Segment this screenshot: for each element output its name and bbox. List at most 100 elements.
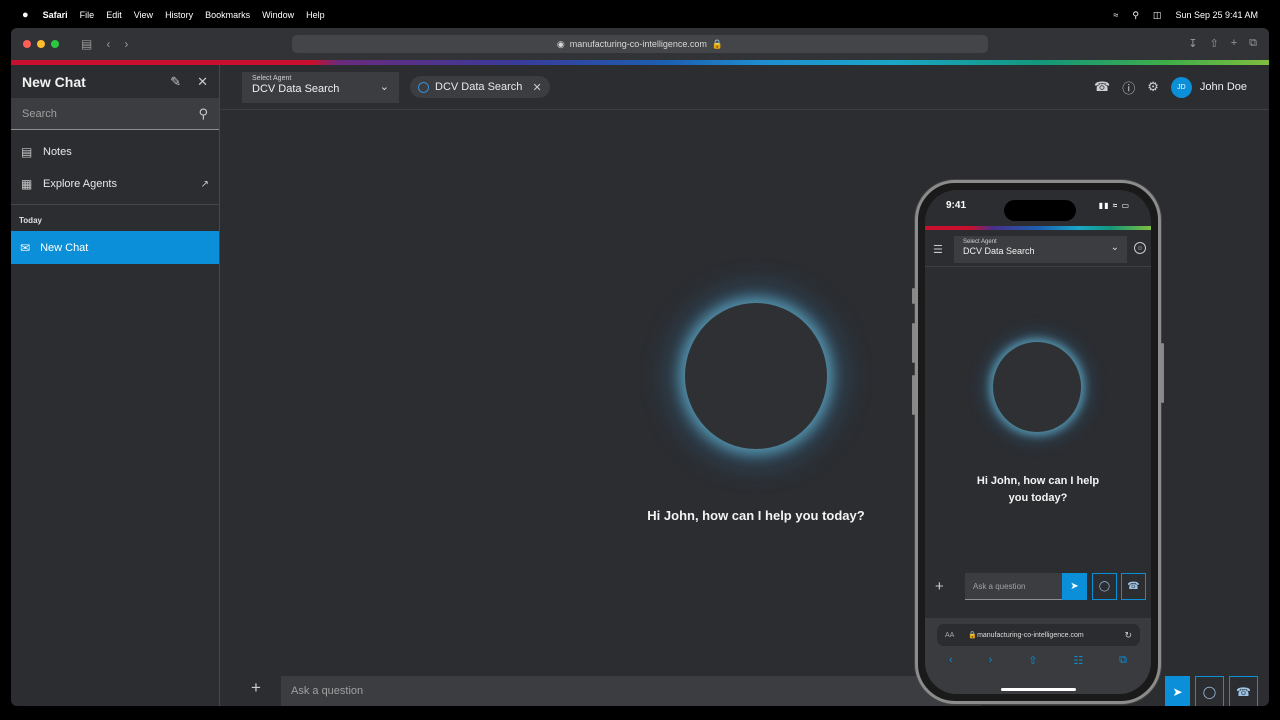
sidebar-header: New Chat ✎ ✕ <box>11 65 219 98</box>
phone-call-icon: ☎ <box>1127 581 1140 592</box>
address-bar[interactable]: ◉ manufacturing-co-intelligence.com 🔒 <box>292 35 988 53</box>
phone-side-button <box>1161 343 1164 403</box>
phone-address-bar[interactable]: AA 🔒 manufacturing-co-intelligence.com ↻ <box>937 624 1140 646</box>
bookmarks-icon[interactable]: ☷ <box>1073 654 1083 667</box>
menu-file[interactable]: File <box>80 10 95 20</box>
zoom-window-button[interactable] <box>51 40 59 48</box>
microphone-button[interactable]: ◯ <box>1195 676 1224 706</box>
phone-ask-input[interactable] <box>973 581 1054 591</box>
external-link-icon: ↗ <box>200 178 209 190</box>
phone-agent-select-value: DCV Data Search <box>963 246 1035 256</box>
microphone-icon: ◯ <box>1202 685 1217 699</box>
phone-safari-toolbar: AA 🔒 manufacturing-co-intelligence.com ↻… <box>925 618 1151 694</box>
minimize-window-button[interactable] <box>37 40 45 48</box>
tabs-icon[interactable]: ⧉ <box>1119 654 1127 667</box>
back-icon[interactable]: ‹ <box>106 37 110 51</box>
signal-wifi-battery-icons: ▮▮ ≈ ▭ <box>1098 200 1130 210</box>
forward-icon[interactable]: › <box>124 37 128 51</box>
apple-icon[interactable]: ● <box>22 9 29 21</box>
menu-history[interactable]: History <box>165 10 193 20</box>
search-input[interactable] <box>22 107 199 120</box>
menu-help[interactable]: Help <box>306 10 325 20</box>
send-button[interactable]: ➤ <box>1165 676 1190 706</box>
send-icon: ➤ <box>1172 685 1183 699</box>
agent-select-label: Select Agent <box>252 74 292 82</box>
menu-safari[interactable]: Safari <box>43 10 68 20</box>
back-icon[interactable]: ‹ <box>949 654 953 667</box>
control-center-icon[interactable]: ◫ <box>1153 10 1162 21</box>
edit-pencil-icon[interactable]: ✎ <box>170 74 181 90</box>
phone-brand-color-stripe <box>925 226 1151 230</box>
close-window-button[interactable] <box>23 40 31 48</box>
downloads-icon[interactable]: ↧ <box>1188 37 1197 50</box>
phone-nav-buttons: ‹ › ⇧ ☷ ⧉ <box>925 654 1151 667</box>
tab-overview-icon[interactable]: ⧉ <box>1249 37 1257 50</box>
hamburger-menu-icon[interactable]: ☰ <box>933 243 943 256</box>
phone-chat-header: ☰ Select Agent DCV Data Search ⌄ ☺ <box>925 232 1151 267</box>
user-name[interactable]: John Doe <box>1200 81 1247 93</box>
new-tab-icon[interactable]: + <box>1231 37 1237 50</box>
phone-ask-field <box>965 573 1062 600</box>
phone-call-icon: ☎ <box>1236 685 1251 699</box>
menu-view[interactable]: View <box>134 10 153 20</box>
search-icon[interactable]: ⚲ <box>198 106 208 122</box>
menu-bookmarks[interactable]: Bookmarks <box>205 10 250 20</box>
menubar-clock[interactable]: Sun Sep 25 9:41 AM <box>1175 10 1258 20</box>
phone-action-button <box>912 288 915 304</box>
chat-bubbles-icon: ✉ <box>20 240 31 255</box>
text-size-button[interactable]: AA <box>945 632 954 639</box>
ask-field <box>281 676 981 706</box>
agent-select-dropdown[interactable]: Select Agent DCV Data Search ⌄ <box>242 71 399 103</box>
chevron-down-icon: ⌄ <box>379 80 389 93</box>
phone-time: 9:41 <box>946 199 967 211</box>
browser-toolbar: ▤ ‹ › ◉ manufacturing-co-intelligence.co… <box>11 28 1269 60</box>
sidebar-search: ⚲ <box>11 98 219 130</box>
close-icon[interactable]: ✕ <box>197 74 208 90</box>
sidebar-item-label: Explore Agents <box>43 178 117 190</box>
assistant-orb <box>685 303 827 449</box>
chevron-down-icon: ⌄ <box>1110 242 1119 253</box>
address-url: manufacturing-co-intelligence.com <box>569 39 707 49</box>
sidebar-item-notes[interactable]: ▤ Notes <box>11 136 219 168</box>
sidebar-item-explore-agents[interactable]: ▦ Explore Agents ↗ <box>11 168 219 200</box>
user-profile-icon[interactable]: ☺ <box>1134 242 1146 254</box>
home-indicator <box>1001 688 1076 691</box>
forward-icon[interactable]: › <box>989 654 993 667</box>
phone-send-button[interactable]: ➤ <box>1062 573 1087 600</box>
phone-screen: 9:41 ▮▮ ≈ ▭ ☰ Select Agent DCV Data Sear… <box>925 190 1151 694</box>
phone-microphone-button[interactable]: ◯ <box>1092 573 1117 600</box>
section-heading-today: Today <box>19 216 42 225</box>
phone-agent-select-dropdown[interactable]: Select Agent DCV Data Search ⌄ <box>954 236 1127 263</box>
remove-chip-icon[interactable]: ✕ <box>532 81 541 94</box>
ask-input[interactable] <box>291 685 971 697</box>
reload-icon[interactable]: ↻ <box>1124 630 1132 641</box>
sidebar-toggle-icon[interactable]: ▤ <box>81 37 92 51</box>
add-attachment-icon[interactable]: + <box>251 678 261 698</box>
chat-history-item-new-chat[interactable]: ✉ New Chat <box>11 231 219 264</box>
phone-mockup: 9:41 ▮▮ ≈ ▭ ☰ Select Agent DCV Data Sear… <box>912 180 1164 704</box>
headset-icon[interactable]: ☎ <box>1094 79 1110 95</box>
chat-settings-icon[interactable]: ⚙ <box>1147 79 1159 95</box>
voice-call-button[interactable]: ☎ <box>1229 676 1258 706</box>
menu-edit[interactable]: Edit <box>106 10 122 20</box>
share-icon[interactable]: ⇧ <box>1028 654 1037 667</box>
agent-select-value: DCV Data Search <box>252 82 340 95</box>
chat-header: Select Agent DCV Data Search ⌄ DCV Data … <box>221 65 1269 110</box>
avatar[interactable]: JD <box>1170 76 1192 98</box>
phone-agent-select-label: Select Agent <box>963 239 997 245</box>
sidebar-item-label: Notes <box>43 146 72 158</box>
site-icon: ◉ <box>556 38 565 49</box>
sidebar: New Chat ✎ ✕ ⚲ ▤ Notes ▦ Explore Agents … <box>11 65 220 706</box>
wifi-icon[interactable]: ≈ <box>1113 10 1118 20</box>
agent-chip[interactable]: DCV Data Search ✕ <box>410 76 550 98</box>
spotlight-search-icon[interactable]: ⚲ <box>1132 10 1139 21</box>
help-icon[interactable]: ⓘ <box>1122 78 1135 97</box>
sidebar-title: New Chat <box>22 73 86 90</box>
lock-icon: 🔒 <box>968 632 978 639</box>
greeting-text: Hi John, how can I help you today? <box>647 508 865 523</box>
share-icon[interactable]: ⇧ <box>1209 37 1218 50</box>
lock-icon: 🔒 <box>711 38 724 49</box>
menu-window[interactable]: Window <box>262 10 294 20</box>
phone-add-attachment-icon[interactable]: + <box>935 578 944 595</box>
phone-voice-call-button[interactable]: ☎ <box>1121 573 1146 600</box>
